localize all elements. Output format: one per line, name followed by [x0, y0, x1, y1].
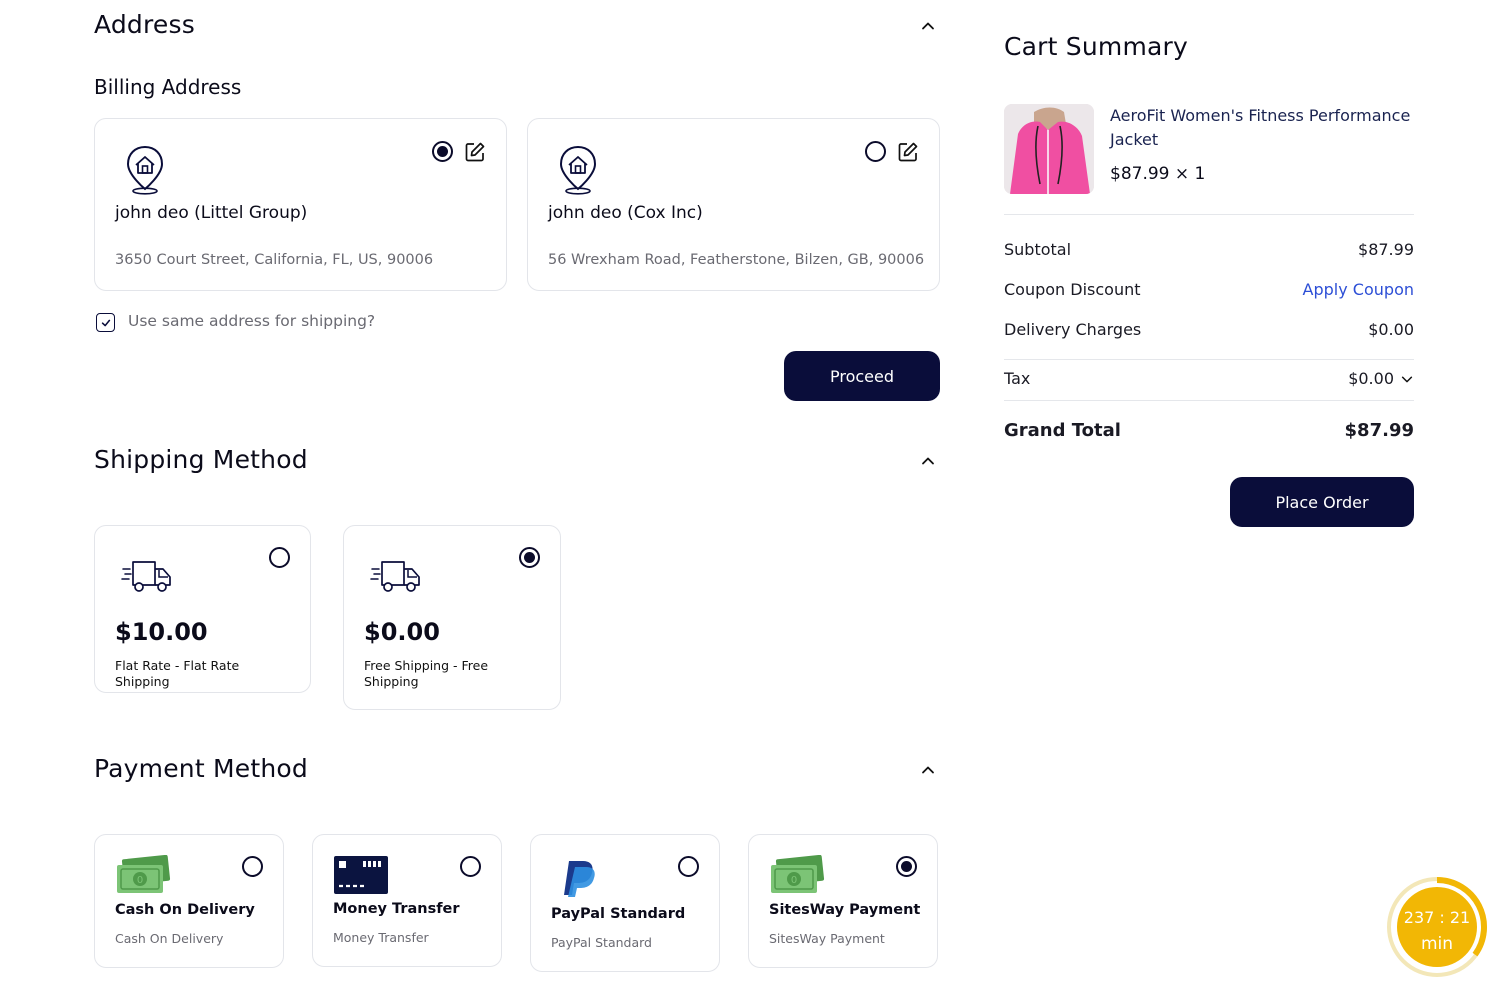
subtotal-value: $87.99 — [1358, 240, 1414, 259]
payment-option-paypal-standard[interactable]: PayPal Standard PayPal Standard — [530, 834, 720, 972]
shipping-collapse-chevron-icon[interactable] — [920, 453, 936, 469]
product-image[interactable] — [1004, 104, 1094, 194]
payment-title: Cash On Delivery — [115, 902, 255, 918]
payment-title: PayPal Standard — [551, 906, 686, 922]
tax-row[interactable]: Tax $0.00 — [1004, 369, 1414, 388]
payment-radio-money-transfer[interactable] — [460, 856, 481, 877]
payment-option-money-transfer[interactable]: Money Transfer Money Transfer — [312, 834, 502, 967]
same-address-checkbox[interactable] — [96, 313, 115, 332]
cart-summary-title: Cart Summary — [1004, 32, 1189, 61]
shipping-label: Free Shipping - Free Shipping — [364, 658, 489, 689]
place-order-button[interactable]: Place Order — [1230, 477, 1414, 527]
same-address-label: Use same address for shipping? — [128, 312, 376, 330]
paypal-icon — [561, 859, 597, 899]
home-location-pin-icon — [556, 143, 600, 195]
svg-text:0: 0 — [791, 875, 797, 886]
address-card-littel-group[interactable]: john deo (Littel Group) 3650 Court Stree… — [94, 118, 507, 291]
delivery-truck-icon — [121, 558, 173, 594]
proceed-button[interactable]: Proceed — [784, 351, 940, 401]
shipping-radio-free[interactable] — [519, 547, 540, 568]
address-name: john deo (Cox Inc) — [548, 203, 703, 223]
address-radio-littel-group[interactable] — [432, 141, 453, 162]
payment-radio-paypal-standard[interactable] — [678, 856, 699, 877]
tax-value: $0.00 — [1348, 369, 1394, 388]
edit-icon[interactable] — [464, 141, 486, 163]
cash-icon: 0 — [115, 854, 171, 895]
payment-option-sitesway[interactable]: 0 SitesWay Payment SitesWay Payment — [748, 834, 938, 968]
cash-icon: 0 — [769, 854, 825, 895]
shipping-price: $10.00 — [115, 618, 208, 646]
chevron-down-icon[interactable] — [1400, 372, 1414, 386]
delivery-row: Delivery Charges $0.00 — [1004, 320, 1414, 339]
shipping-option-flat-rate[interactable]: $10.00 Flat Rate - Flat Rate Shipping — [94, 525, 311, 693]
payment-title: SitesWay Payment — [769, 902, 921, 918]
payment-subtitle: PayPal Standard — [551, 935, 652, 950]
session-timer[interactable]: 237 : 21 min — [1386, 876, 1488, 978]
subtotal-label: Subtotal — [1004, 240, 1072, 259]
shipping-price: $0.00 — [364, 618, 440, 646]
payment-subtitle: Cash On Delivery — [115, 931, 224, 946]
address-name: john deo (Littel Group) — [115, 203, 308, 223]
bank-card-icon — [333, 855, 389, 895]
payment-subtitle: SitesWay Payment — [769, 931, 885, 946]
address-line: 56 Wrexham Road, Featherstone, Bilzen, G… — [548, 252, 925, 268]
shipping-label: Flat Rate - Flat Rate Shipping — [115, 658, 240, 689]
address-collapse-chevron-icon[interactable] — [920, 18, 936, 34]
home-location-pin-icon — [123, 143, 167, 195]
shipping-method-title: Shipping Method — [94, 445, 308, 474]
grand-total-label: Grand Total — [1004, 420, 1121, 441]
apply-coupon-link[interactable]: Apply Coupon — [1303, 280, 1414, 299]
billing-address-title: Billing Address — [94, 75, 242, 99]
timer-time: 237 : 21 — [1403, 908, 1471, 927]
coupon-label: Coupon Discount — [1004, 280, 1141, 299]
payment-radio-cash-on-delivery[interactable] — [242, 856, 263, 877]
shipping-option-free[interactable]: $0.00 Free Shipping - Free Shipping — [343, 525, 561, 710]
summary-divider — [1004, 400, 1414, 401]
summary-divider — [1004, 214, 1414, 215]
grand-total-value: $87.99 — [1344, 420, 1414, 441]
delivery-label: Delivery Charges — [1004, 320, 1142, 339]
payment-radio-sitesway[interactable] — [896, 856, 917, 877]
checkmark-icon — [101, 319, 110, 326]
edit-icon[interactable] — [897, 141, 919, 163]
timer-unit: min — [1420, 934, 1454, 954]
subtotal-row: Subtotal $87.99 — [1004, 240, 1414, 259]
tax-label: Tax — [1004, 369, 1031, 388]
payment-subtitle: Money Transfer — [333, 930, 429, 945]
product-name[interactable]: AeroFit Women's Fitness Performance Jack… — [1110, 104, 1414, 152]
payment-method-title: Payment Method — [94, 754, 308, 783]
shipping-radio-flat-rate[interactable] — [269, 547, 290, 568]
product-price-qty: $87.99 × 1 — [1110, 164, 1206, 184]
delivery-truck-icon — [370, 558, 422, 594]
grand-total-row: Grand Total $87.99 — [1004, 420, 1414, 441]
address-section-title: Address — [94, 10, 195, 39]
delivery-value: $0.00 — [1368, 320, 1414, 339]
payment-title: Money Transfer — [333, 901, 460, 917]
payment-collapse-chevron-icon[interactable] — [920, 762, 936, 778]
address-line: 3650 Court Street, California, FL, US, 9… — [115, 252, 434, 268]
svg-text:0: 0 — [137, 875, 143, 886]
coupon-row: Coupon Discount Apply Coupon — [1004, 280, 1414, 299]
payment-option-cash-on-delivery[interactable]: 0 Cash On Delivery Cash On Delivery — [94, 834, 284, 968]
address-card-cox-inc[interactable]: john deo (Cox Inc) 56 Wrexham Road, Feat… — [527, 118, 940, 291]
address-radio-cox-inc[interactable] — [865, 141, 886, 162]
summary-divider — [1004, 359, 1414, 360]
